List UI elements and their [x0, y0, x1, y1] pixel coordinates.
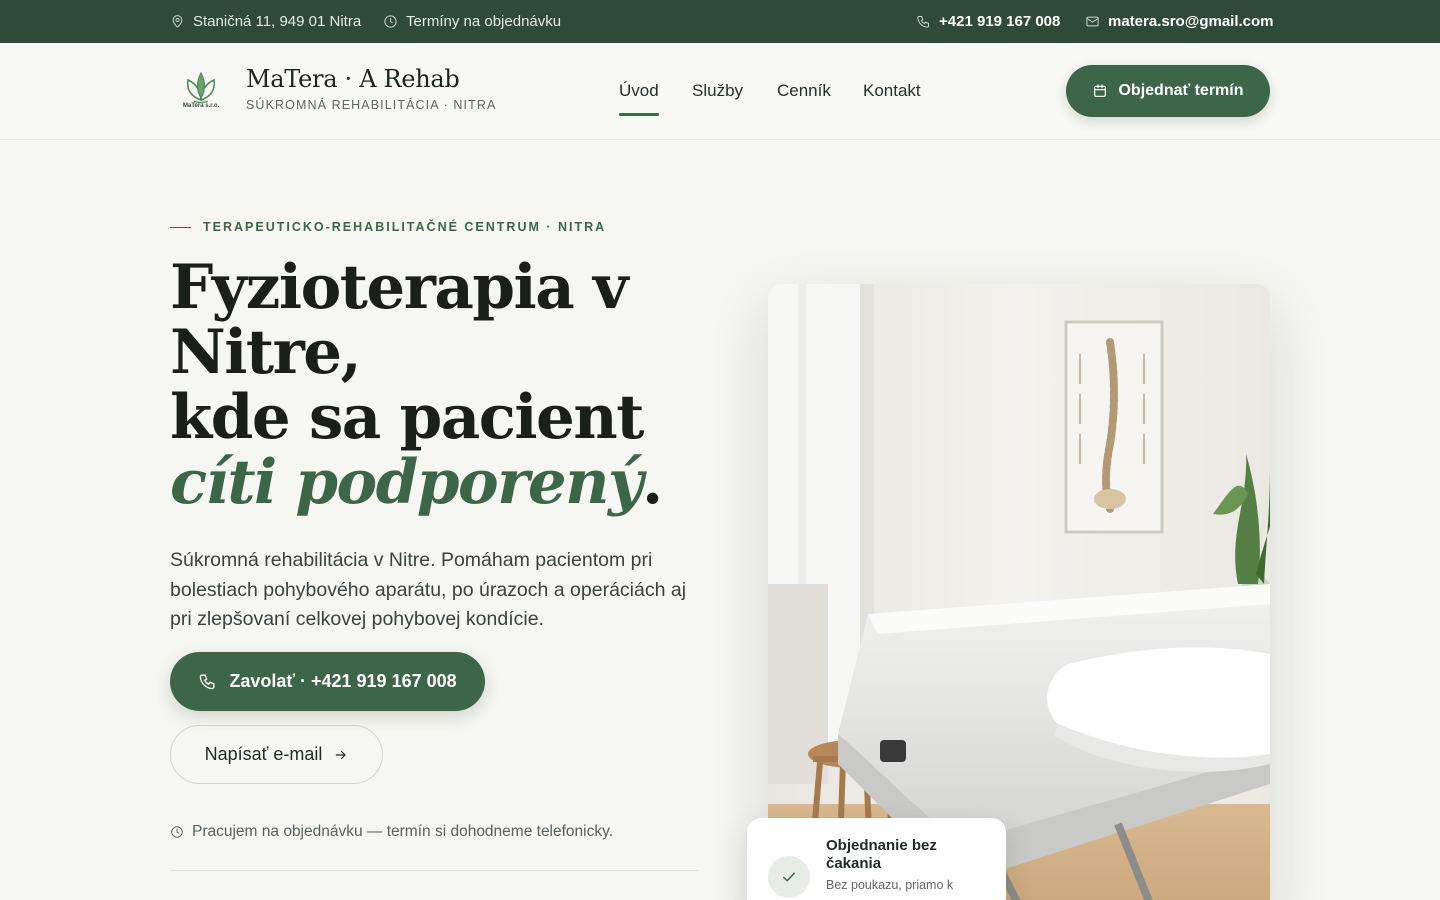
- eyebrow-text: TERAPEUTICKO-REHABILITAČNÉ CENTRUM · NIT…: [203, 220, 607, 234]
- topbar-email-text: matera.sro@gmail.com: [1108, 13, 1274, 30]
- logo-caption: MaTera s.r.o.: [183, 103, 220, 109]
- nav-item-uvod[interactable]: Úvod: [619, 81, 659, 116]
- therapy-room-illustration: [768, 284, 1270, 900]
- email-button-label: Napísať e-mail: [204, 744, 323, 764]
- headline-period: .: [641, 447, 663, 518]
- site-header: MaTera s.r.o. MaTera · A Rehab SÚKROMNÁ …: [0, 43, 1440, 140]
- topbar-phone-link[interactable]: +421 919 167 008: [916, 0, 1060, 43]
- address-text: Staničná 11, 949 01 Nitra: [193, 13, 362, 30]
- no-wait-badge-card: Objednanie bez čakania Bez poukazu, pria…: [747, 818, 1006, 900]
- phone-icon: [200, 674, 215, 690]
- call-button-label: Zavolať · +421 919 167 008: [229, 671, 457, 691]
- map-pin-icon: [172, 15, 183, 28]
- hero-lead-text: Súkromná rehabilitácia v Nitre. Pomáham …: [170, 549, 687, 630]
- book-appointment-label: Objednať termín: [1118, 82, 1244, 99]
- hero-headline: Fyzioterapia v Nitre, kde sa pacient cíti…: [170, 255, 730, 515]
- nav-item-kontakt[interactable]: Kontakt: [863, 81, 921, 101]
- hero-eyebrow: TERAPEUTICKO-REHABILITAČNÉ CENTRUM · NIT…: [170, 220, 606, 234]
- address-info: Staničná 11, 949 01 Nitra: [170, 0, 361, 43]
- headline-accent: cíti podporený: [170, 447, 643, 518]
- topbar-phone-text: +421 919 167 008: [939, 13, 1061, 30]
- email-button[interactable]: Napísať e-mail: [170, 725, 383, 784]
- phone-icon: [917, 16, 929, 28]
- call-button[interactable]: Zavolať · +421 919 167 008: [170, 652, 485, 711]
- hours-info: Termíny na objednávku: [383, 0, 561, 43]
- hours-text: Termíny na objednávku: [406, 13, 562, 30]
- arrow-right-icon: [336, 750, 347, 759]
- booking-note: Pracujem na objednávku — termín si dohod…: [170, 823, 613, 841]
- brand-name[interactable]: MaTera · A Rehab: [246, 65, 460, 93]
- booking-note-text: Pracujem na objednávku — termín si dohod…: [192, 823, 614, 840]
- brand-logo[interactable]: MaTera s.r.o.: [172, 70, 230, 114]
- eyebrow-line: [170, 226, 191, 228]
- clock-icon: [384, 15, 397, 28]
- book-appointment-button[interactable]: Objednať termín: [1066, 65, 1270, 117]
- headline-line-2: kde sa pacient: [170, 382, 644, 453]
- nav-item-sluzby[interactable]: Služby: [692, 81, 743, 101]
- badge-check-circle: [768, 856, 810, 898]
- badge-title: Objednanie bez čakania: [826, 837, 937, 872]
- headline-line-1: Fyzioterapia v Nitre,: [170, 252, 628, 388]
- leaf-logo-icon: [186, 71, 216, 104]
- check-icon: [783, 872, 795, 882]
- nav-item-cennik[interactable]: Cenník: [777, 81, 831, 101]
- clock-icon: [171, 826, 183, 838]
- hero-photo-therapy-room: [768, 284, 1270, 900]
- calendar-icon: [1094, 84, 1107, 97]
- hero-divider: [170, 870, 699, 871]
- mail-icon: [1086, 16, 1099, 27]
- brand-subtitle: SÚKROMNÁ REHABILITÁCIA · NITRA: [246, 98, 497, 112]
- top-info-bar: Staničná 11, 949 01 Nitra Termíny na obj…: [0, 0, 1440, 43]
- topbar-email-link[interactable]: matera.sro@gmail.com: [1085, 0, 1274, 43]
- badge-subtitle: Bez poukazu, priamo k: [826, 878, 954, 892]
